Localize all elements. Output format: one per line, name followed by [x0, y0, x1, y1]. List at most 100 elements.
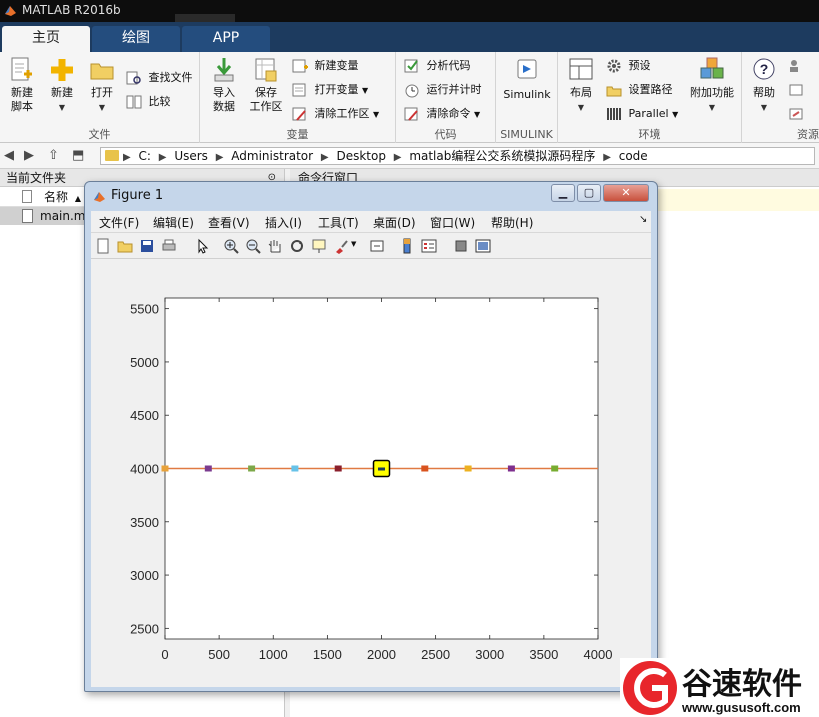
preferences-button[interactable]: 预设 [606, 56, 651, 76]
maximize-button[interactable]: ▢ [577, 184, 601, 202]
save-workspace-button[interactable]: 保存 工作区 [246, 56, 286, 114]
axes-plot[interactable]: 0 500 1000 1500 2000 2500 3000 3500 4000 2500 3000… [91, 259, 651, 687]
forward-arrow-icon[interactable]: ▶ [24, 148, 34, 163]
breadcrumb-administrator[interactable]: Administrator [231, 149, 313, 163]
figure-window[interactable]: Figure 1 ▁ ▢ ✕ 文件(F) 编辑(E) 查看(V) 插入(I) 工… [84, 181, 658, 692]
import-data-button[interactable]: 导入 数据 [206, 56, 242, 114]
file-column-icon [22, 190, 32, 203]
menu-tools[interactable]: 工具(T) [318, 214, 359, 231]
menu-view[interactable]: 查看(V) [208, 214, 250, 231]
clear-workspace-button[interactable]: 清除工作区 ▼ [292, 104, 379, 124]
new-figure-icon[interactable] [95, 238, 111, 254]
menu-file[interactable]: 文件(F) [99, 214, 139, 231]
save-figure-icon[interactable] [139, 238, 155, 254]
menu-insert[interactable]: 插入(I) [265, 214, 302, 231]
open-file-icon[interactable] [117, 238, 133, 254]
brush-dropdown-icon[interactable]: ▼ [351, 240, 356, 248]
print-figure-icon[interactable] [161, 238, 177, 254]
app-title: MATLAB R2016b [22, 3, 121, 17]
breadcrumb-code[interactable]: code [619, 149, 648, 163]
find-files-button[interactable]: 查找文件 [126, 68, 193, 88]
show-plot-tools-icon[interactable] [475, 238, 491, 254]
hide-plot-tools-icon[interactable] [453, 238, 469, 254]
select-pointer-icon[interactable] [195, 238, 211, 254]
menu-dock-arrow-icon[interactable]: ↘ [639, 214, 647, 225]
simulink-button[interactable]: Simulink [500, 56, 554, 102]
data-point-marker [551, 465, 559, 472]
insert-legend-icon[interactable] [421, 238, 437, 254]
rotate-3d-icon[interactable] [289, 238, 305, 254]
data-point-marker [291, 465, 299, 472]
y-tick-label: 2500 [130, 621, 159, 636]
addons-button[interactable]: 附加功能 ▼ [686, 56, 738, 115]
save-workspace-label: 保存 工作区 [249, 86, 283, 113]
community-icon [790, 60, 798, 72]
menu-edit[interactable]: 编辑(E) [153, 214, 194, 231]
breadcrumb-separator-icon: ▶ [603, 152, 611, 163]
open-button[interactable]: 打开 ▼ [84, 56, 120, 115]
m-file-icon [22, 209, 33, 223]
zoom-out-icon[interactable] [245, 238, 261, 254]
new-variable-button[interactable]: 新建变量 [292, 56, 359, 76]
help-button[interactable]: ? 帮助 ▼ [746, 56, 782, 115]
menu-window[interactable]: 窗口(W) [430, 214, 475, 231]
layout-button[interactable]: 布局 ▼ [562, 56, 600, 115]
back-arrow-icon[interactable]: ◀ [4, 148, 14, 163]
clear-workspace-dropdown-icon[interactable]: ▼ [373, 110, 379, 119]
insert-colorbar-icon[interactable] [399, 238, 415, 254]
help-label: 帮助 [753, 86, 775, 99]
compare-label: 比较 [148, 95, 171, 108]
browse-folder-icon[interactable]: ⬒ [72, 148, 84, 163]
learn-matlab-icon [789, 108, 803, 120]
minimize-button[interactable]: ▁ [551, 184, 575, 202]
set-path-button[interactable]: 设置路径 [606, 80, 673, 100]
compare-button[interactable]: 比较 [126, 92, 171, 112]
simulink-icon [517, 59, 537, 79]
breadcrumb-desktop[interactable]: Desktop [336, 149, 386, 163]
data-point-marker [204, 465, 212, 472]
community-button[interactable] [788, 56, 807, 76]
clear-commands-dropdown-icon[interactable]: ▼ [474, 110, 480, 119]
tab-apps[interactable]: APP [182, 26, 270, 52]
y-tick-label: 4000 [130, 462, 159, 477]
save-workspace-icon [255, 58, 277, 82]
path-field[interactable]: ▶ C: ▶ Users ▶ Administrator ▶ Desktop ▶… [100, 147, 815, 165]
tab-plots[interactable]: 绘图 [92, 26, 180, 52]
breadcrumb-c-drive[interactable]: C: [139, 149, 151, 163]
new-button[interactable]: 新建 ▼ [44, 56, 80, 115]
open-variable-icon [292, 83, 306, 97]
x-tick-label: 1500 [313, 647, 342, 662]
request-support-button[interactable] [788, 80, 807, 100]
group-label-resources: 资源 [797, 128, 819, 141]
new-dropdown-icon: ▼ [58, 103, 66, 112]
pan-hand-icon[interactable] [267, 238, 283, 254]
group-label-simulink: SIMULINK [500, 128, 553, 141]
parallel-button[interactable]: Parallel ▼ [606, 104, 678, 124]
up-folder-icon[interactable]: ⇧ [48, 148, 59, 163]
breadcrumb-users[interactable]: Users [174, 149, 208, 163]
close-button[interactable]: ✕ [603, 184, 649, 202]
menu-help[interactable]: 帮助(H) [491, 214, 533, 231]
link-plot-icon[interactable] [369, 238, 385, 254]
x-tick-label: 3500 [529, 647, 558, 662]
run-and-time-button[interactable]: 运行并计时 [404, 80, 482, 100]
breadcrumb-project-folder[interactable]: matlab编程公交系统模拟源码程序 [409, 149, 595, 163]
open-variable-dropdown-icon[interactable]: ▼ [362, 86, 368, 95]
data-point-marker [248, 465, 256, 472]
tab-home[interactable]: 主页 [2, 26, 90, 52]
zoom-in-icon[interactable] [223, 238, 239, 254]
new-plus-icon [51, 59, 73, 81]
clear-commands-button[interactable]: 清除命令 ▼ [404, 104, 480, 124]
learn-matlab-button[interactable] [788, 104, 807, 124]
brush-icon[interactable] [333, 238, 349, 254]
sort-ascending-icon: ▲ [74, 194, 81, 203]
menu-desktop[interactable]: 桌面(D) [373, 214, 416, 231]
analyze-code-button[interactable]: 分析代码 [404, 56, 471, 76]
addons-label: 附加功能 [690, 86, 734, 99]
addons-dropdown-icon: ▼ [708, 103, 716, 112]
layout-label: 布局 [570, 86, 592, 99]
parallel-dropdown-icon[interactable]: ▼ [672, 110, 678, 119]
open-variable-button[interactable]: 打开变量 ▼ [292, 80, 368, 100]
data-cursor-icon[interactable] [311, 238, 327, 254]
new-script-button[interactable]: 新建 脚本 [4, 56, 40, 114]
